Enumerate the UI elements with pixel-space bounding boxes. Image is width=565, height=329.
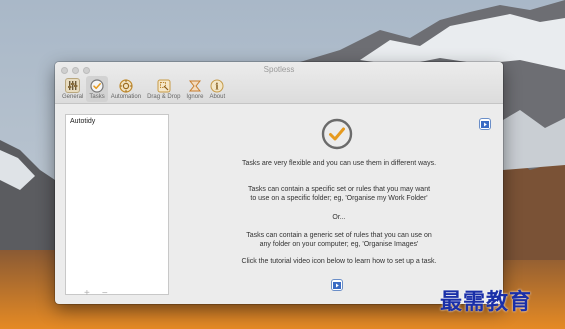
info-text-or: Or... [332,214,346,221]
remove-task-button[interactable]: − [102,289,108,299]
tasks-pane: Autotidy + − Tasks are very flexible and… [55,105,503,304]
tab-general[interactable]: General [59,76,86,102]
tab-about-label: About [209,94,226,100]
tab-automation-label: Automation [110,94,142,100]
tab-ignore-label: Ignore [186,94,204,100]
video-icon [331,279,343,291]
titlebar: Spotless General Tasks Automation Drag &… [55,62,503,104]
info-text-flexible: Tasks are very flexible and you can use … [241,160,437,167]
drag-drop-icon [156,78,171,93]
ignore-icon [187,78,202,93]
tasks-checkmark-icon [321,118,353,150]
tab-about[interactable]: i About [206,76,228,102]
tab-drag-drop-label: Drag & Drop [147,94,181,100]
watermark-logo: 最需教育 [440,289,533,315]
task-list[interactable]: Autotidy + − [65,114,169,299]
task-info-panel: Tasks are very flexible and you can use … [175,105,503,304]
info-text-generic-line2: any folder on your computer; eg, 'Organi… [259,241,419,248]
video-icon [479,118,491,130]
automation-icon [118,78,133,93]
tab-ignore[interactable]: Ignore [183,76,206,102]
checkmark-icon [90,78,105,93]
tutorial-video-button-top[interactable] [479,118,491,130]
info-text-specific-line2: to use on a specific folder; eg, 'Organi… [250,195,428,202]
tutorial-video-button[interactable] [331,279,343,291]
tab-general-label: General [62,94,84,100]
tab-drag-drop[interactable]: Drag & Drop [144,76,183,102]
info-text-generic-line1: Tasks can contain a generic set of rules… [246,232,432,239]
preferences-toolbar: General Tasks Automation Drag & Drop Ign… [59,76,228,102]
sliders-icon [65,78,81,93]
add-task-button[interactable]: + [84,289,90,299]
tab-tasks-label: Tasks [89,94,105,100]
tab-automation[interactable]: Automation [108,76,144,102]
info-text-generic: Tasks can contain a generic set of rules… [175,231,503,249]
app-window: Spotless General Tasks Automation Drag &… [55,62,503,304]
info-text-specific: Tasks can contain a specific set or rule… [175,185,503,203]
tab-tasks[interactable]: Tasks [86,76,108,102]
svg-text:i: i [216,82,220,92]
list-controls: + − [84,289,108,299]
list-item[interactable]: Autotidy [66,115,168,128]
info-text-specific-line1: Tasks can contain a specific set or rule… [247,186,431,193]
window-title: Spotless [263,65,295,74]
info-icon: i [210,78,225,93]
info-text-tutorial: Click the tutorial video icon below to l… [241,258,437,265]
